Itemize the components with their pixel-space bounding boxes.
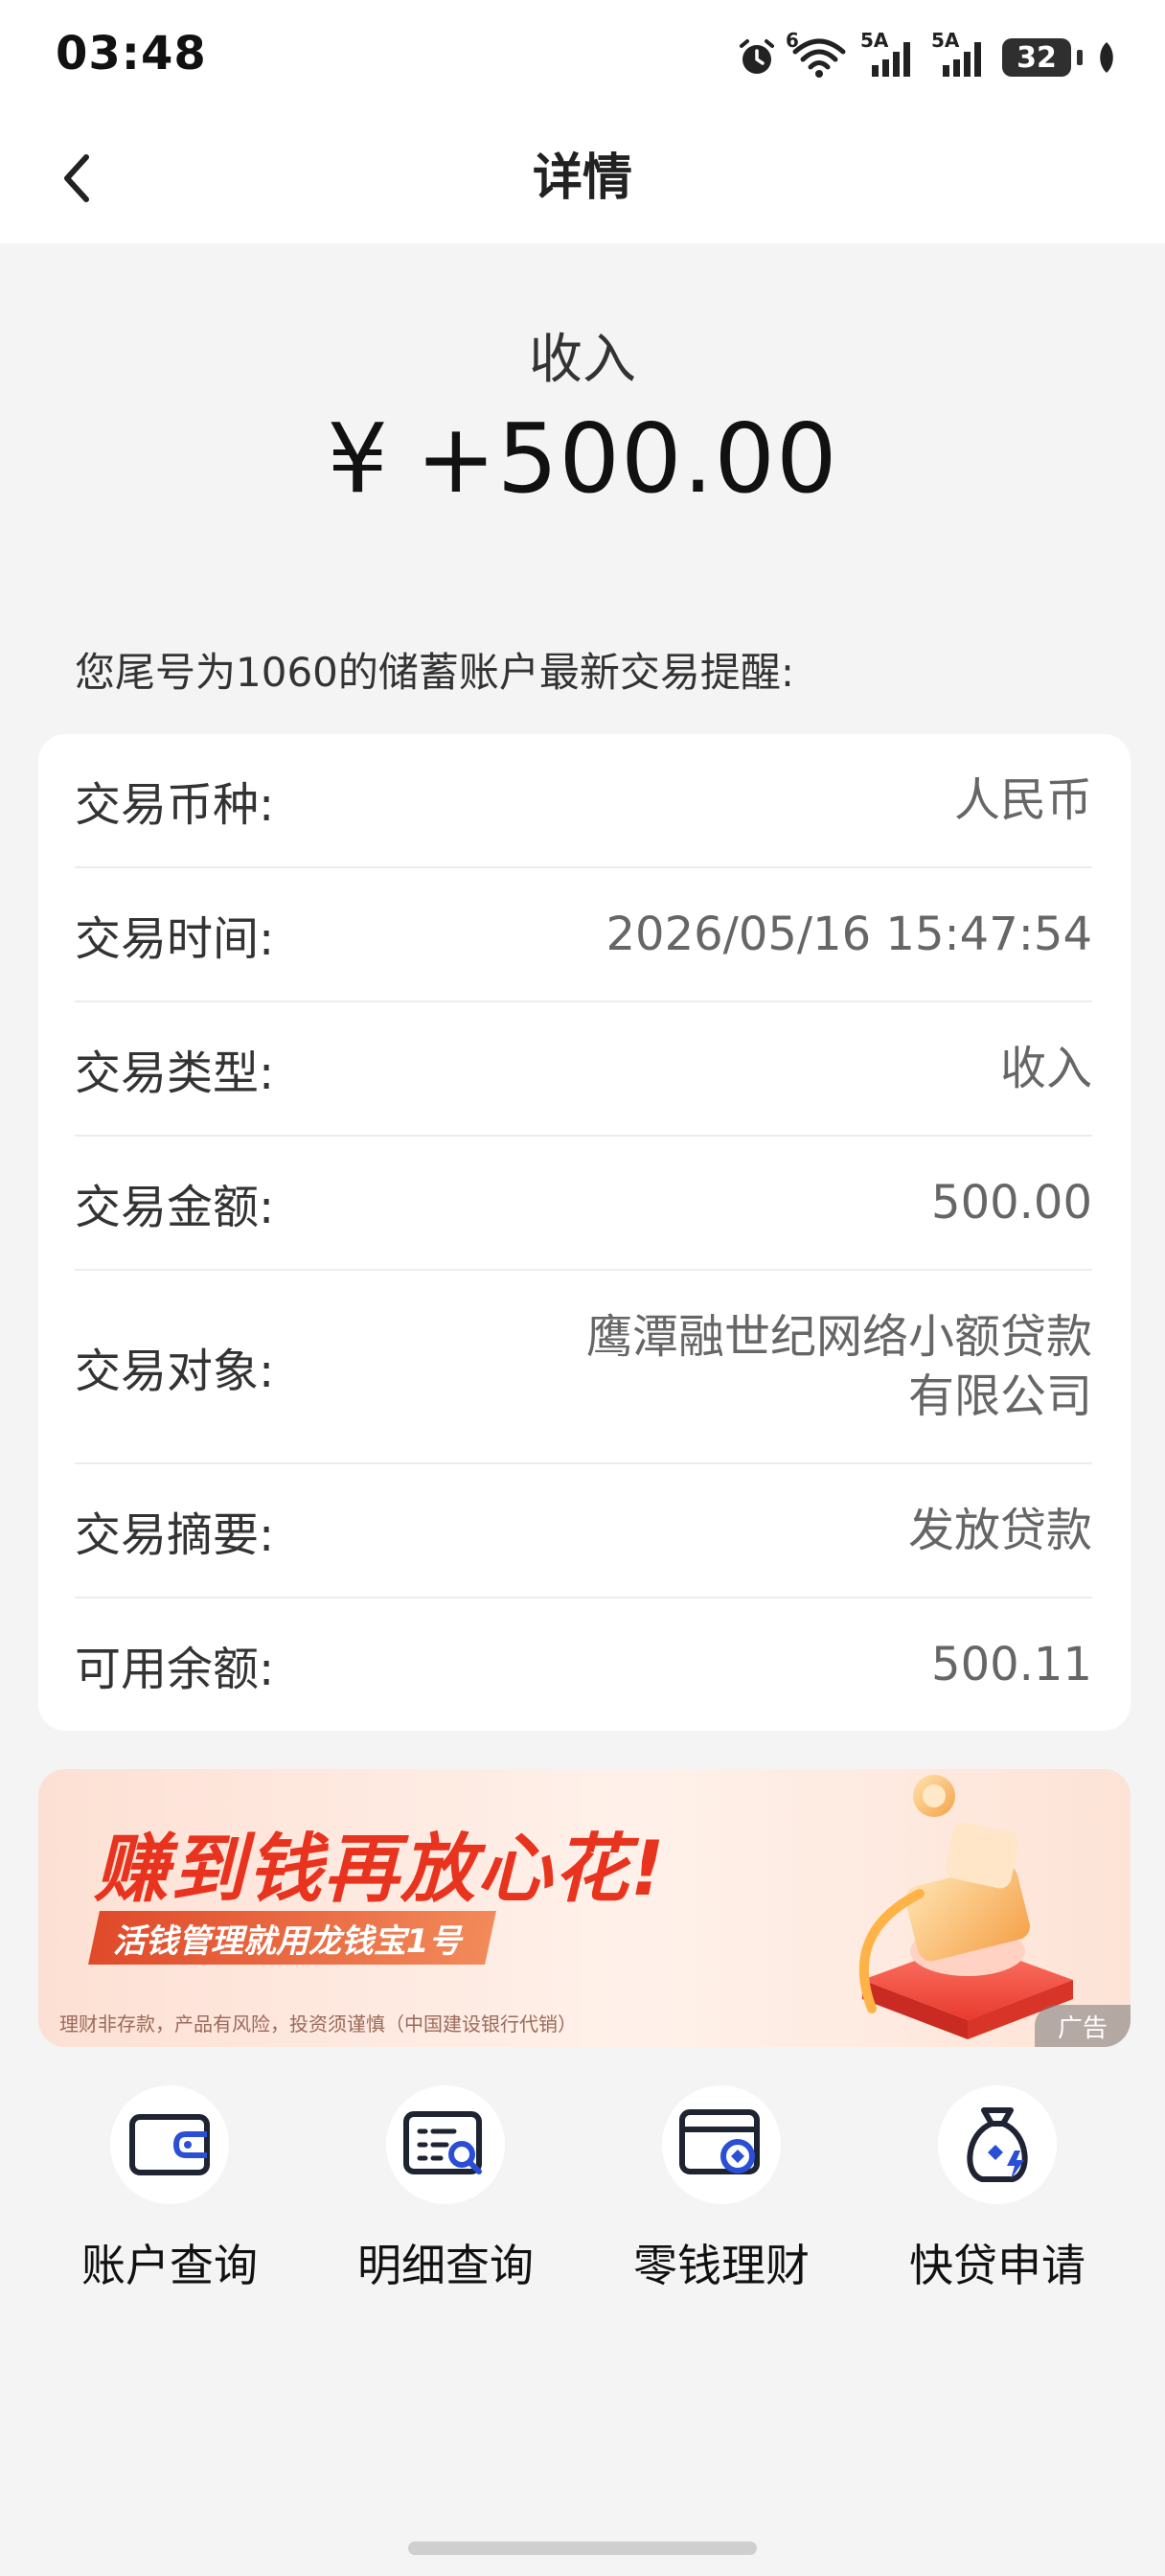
quick-action-label: 快贷申请	[909, 2240, 1085, 2291]
detail-row-time: 交易时间: 2026/05/16 15:47:54	[75, 868, 1092, 1002]
nav-bar: 详情	[0, 113, 1165, 243]
detail-value: 人民币	[953, 773, 1092, 827]
battery-level: 32	[1017, 40, 1057, 75]
status-icons: 6 5A 5A 32	[736, 29, 1117, 86]
wifi-label: 6	[786, 29, 799, 52]
quick-action-icon-circle	[110, 2085, 229, 2204]
banner-headline: 赚到钱再放心花!	[94, 1827, 667, 1913]
battery-icon: 32	[1002, 38, 1071, 77]
detail-label: 交易时间:	[75, 912, 275, 966]
account-notice: 您尾号为1060的储蓄账户最新交易提醒:	[75, 649, 795, 696]
transaction-amount: ¥ +500.00	[0, 402, 1165, 515]
detail-label: 交易摘要:	[75, 1508, 275, 1562]
banner-subline: 活钱管理就用龙钱宝1号	[113, 1921, 462, 1961]
card-coin-icon	[679, 2109, 760, 2174]
banner-disclaimer: 理财非存款，产品有风险，投资须谨慎（中国建设银行代销）	[59, 2012, 577, 2036]
detail-row-amount: 交易金额: 500.00	[75, 1137, 1092, 1271]
detail-value: 鹰潭融世纪网络小额贷款 有限公司	[585, 1310, 1092, 1423]
signal-icon-2: 5A	[931, 29, 989, 79]
detail-value: 500.00	[931, 1176, 1092, 1230]
wifi-icon: 6	[786, 29, 847, 79]
quick-action-change-finance[interactable]: 零钱理财	[602, 2085, 841, 2296]
detail-label: 交易对象:	[75, 1345, 275, 1398]
battery-cap	[1077, 50, 1083, 65]
detail-row-currency: 交易币种: 人民币	[75, 734, 1092, 868]
quick-action-detail-query[interactable]: 明细查询	[326, 2085, 565, 2296]
page: 03:48 6 5A 5A 32 详情 收入 ¥ +500.00 您尾号为106…	[0, 0, 1165, 2576]
quick-action-account-query[interactable]: 账户查询	[50, 2085, 289, 2296]
quick-action-icon-circle	[386, 2085, 505, 2204]
quick-action-label: 明细查询	[357, 2240, 534, 2291]
detail-label: 交易币种:	[75, 778, 275, 832]
status-bar: 03:48 6 5A 5A 32	[0, 0, 1165, 113]
detail-row-type: 交易类型: 收入	[75, 1002, 1092, 1137]
detail-label: 交易类型:	[75, 1046, 275, 1100]
detail-value: 2026/05/16 15:47:54	[605, 908, 1093, 961]
quick-action-icon-circle	[662, 2085, 781, 2204]
detail-label: 可用余额:	[75, 1643, 275, 1696]
detail-value: 收入	[999, 1042, 1092, 1095]
amount-number: +500.00	[415, 402, 838, 515]
transaction-type-heading: 收入	[529, 329, 636, 391]
ad-tag: 广告	[1035, 2005, 1131, 2047]
banner-subline-badge: 活钱管理就用龙钱宝1号	[88, 1911, 496, 1965]
quick-action-quick-loan[interactable]: 快贷申请	[878, 2085, 1117, 2296]
detail-label: 交易金额:	[75, 1181, 275, 1234]
transaction-details-card: 交易币种: 人民币 交易时间: 2026/05/16 15:47:54 交易类型…	[38, 734, 1131, 1731]
detail-value: 500.11	[931, 1638, 1092, 1691]
currency-symbol: ¥	[327, 402, 389, 515]
quick-action-label: 账户查询	[81, 2240, 258, 2291]
quick-action-label: 零钱理财	[633, 2240, 810, 2291]
home-indicator[interactable]	[408, 2542, 757, 2555]
detail-value: 发放贷款	[907, 1504, 1092, 1557]
wallet-icon	[129, 2114, 210, 2175]
signal-label-2: 5A	[931, 29, 960, 52]
money-bag-icon	[967, 2107, 1028, 2182]
alarm-icon	[736, 36, 778, 79]
quick-action-icon-circle	[938, 2085, 1057, 2204]
page-title: 详情	[532, 150, 632, 207]
detail-row-summary: 交易摘要: 发放贷款	[75, 1464, 1092, 1598]
signal-icon-1: 5A	[860, 29, 918, 79]
detail-row-balance: 可用余额: 500.11	[75, 1598, 1092, 1731]
promo-banner[interactable]: 赚到钱再放心花! 活钱管理就用龙钱宝1号 理财非存款，产品有风险，投资须谨慎（中…	[38, 1769, 1131, 2047]
detail-row-counterparty: 交易对象: 鹰潭融世纪网络小额贷款 有限公司	[75, 1271, 1092, 1464]
signal-label-1: 5A	[860, 29, 889, 52]
leaf-icon	[1096, 40, 1117, 75]
detail-search-icon	[403, 2111, 482, 2174]
status-time: 03:48	[56, 27, 207, 80]
